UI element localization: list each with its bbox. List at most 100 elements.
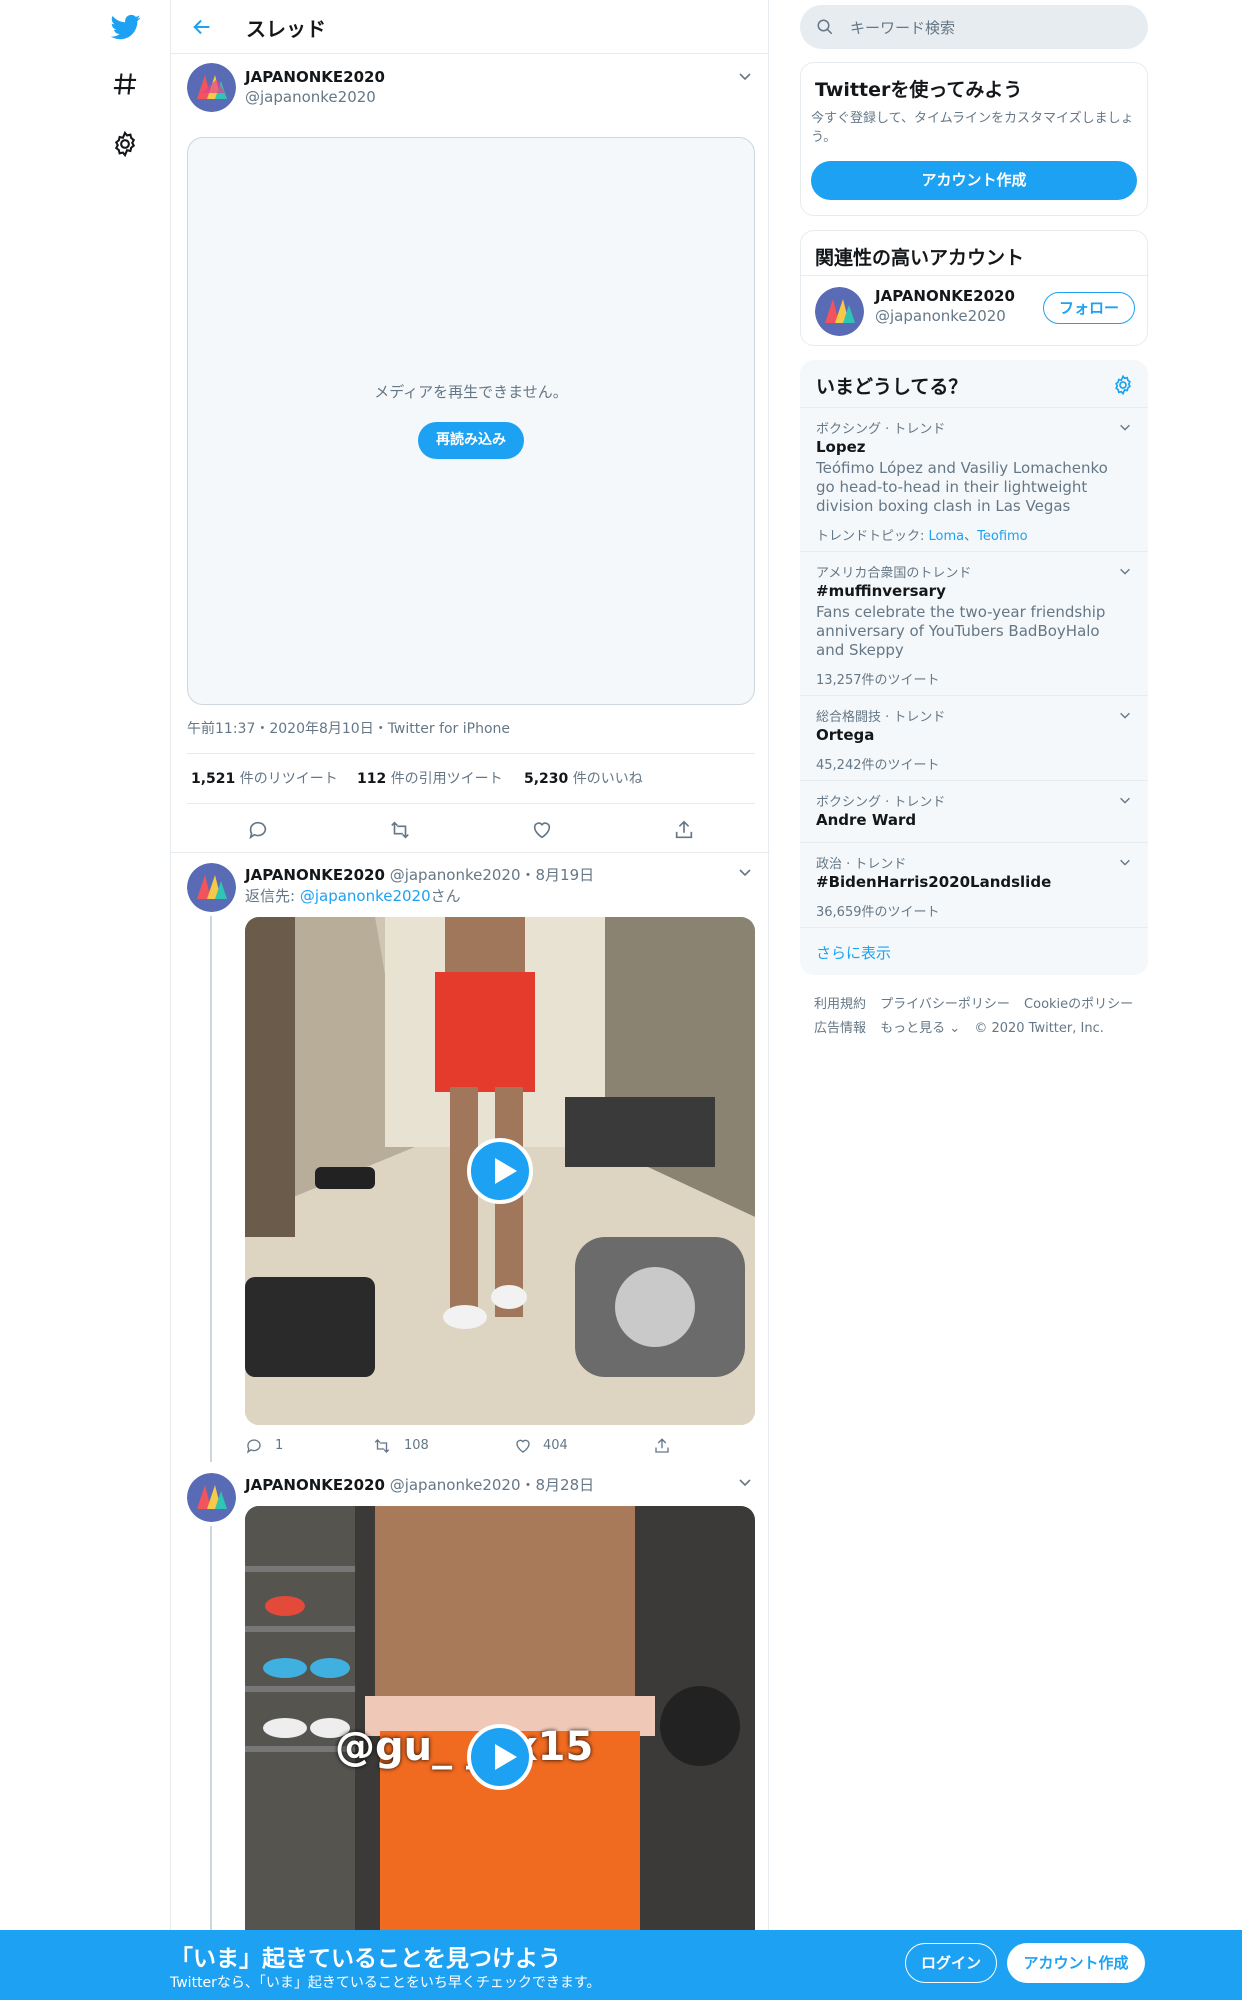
hashtag-icon[interactable] [111,70,141,100]
trend-topic-link[interactable]: Loma [929,529,965,544]
like-count: 404 [543,1438,568,1453]
right-sidebar: キーワード検索 Twitterを使ってみよう 今すぐ登録して、タイムラインをカス… [798,0,1150,2000]
trend-meta: アメリカ合衆国のトレンド [816,566,972,581]
reply-icon[interactable] [247,819,269,841]
banner-headline: 「いま」起きていることを見つけよう [170,1946,561,1972]
trend-item[interactable]: 政治 · トレンド #BidenHarris2020Landslide 36,6… [800,842,1148,927]
divider [801,275,1149,276]
login-button[interactable]: ログイン [905,1943,997,1983]
trend-name: #BidenHarris2020Landslide [816,873,1052,891]
video-overlay-text: @gu_ _xx15 [335,1724,594,1770]
chevron-down-icon[interactable] [737,864,753,880]
author-name[interactable]: JAPANONKE2020 [245,1476,385,1494]
chevron-down-icon[interactable] [737,68,753,84]
related-name[interactable]: JAPANONKE2020 [875,287,1015,305]
trend-item[interactable]: 総合格闘技 · トレンド Ortega 45,242件のツイート [800,695,1148,780]
show-more-link[interactable]: さらに表示 [816,942,891,963]
avatar[interactable] [187,863,236,912]
footer-link-cookies[interactable]: Cookieのポリシー [1024,997,1133,1012]
like-heart-icon[interactable] [514,1437,532,1455]
twitter-logo-icon[interactable] [111,12,141,42]
footer-link-more[interactable]: もっと見る ⌄ [880,1021,960,1036]
chevron-down-icon[interactable] [1118,564,1132,578]
left-navigation [0,0,170,2000]
divider [187,803,755,804]
share-icon[interactable] [673,819,695,841]
author-handle[interactable]: @japanonke2020 [390,866,521,884]
footer-link-privacy[interactable]: プライバシーポリシー [880,997,1010,1012]
follow-button[interactable]: フォロー [1043,292,1135,324]
video-thumbnail[interactable]: @gu_ _xx15 [245,1506,755,1930]
video-thumbnail[interactable] [245,917,755,1425]
quote-count[interactable]: 112 件の引用ツイート [357,768,503,788]
chevron-down-icon[interactable] [1118,420,1132,434]
retweet-icon[interactable] [373,1437,391,1455]
footer-links-row1: 利用規約 プライバシーポリシー Cookieのポリシー [814,993,1143,1012]
trends-title: いまどうしてる？ [816,376,968,398]
trend-topics: トレンドトピック: Loma、Teofimo [816,529,1028,544]
retweet-count[interactable]: 1,521 件のリツイート [191,768,338,788]
retweet-icon[interactable] [389,819,411,841]
trend-item[interactable]: ボクシング · トレンド Lopez Teófimo López and Vas… [800,407,1148,551]
media-error-text: メディアを再生できません。 [374,383,568,401]
show-more-row[interactable]: さらに表示 [800,927,1148,975]
retweet-count: 108 [404,1438,429,1453]
avatar[interactable] [815,287,864,336]
reply-icon[interactable] [245,1437,263,1455]
like-count[interactable]: 5,230 件のいいね [524,768,643,788]
trend-item[interactable]: ボクシング · トレンド Andre Ward [800,780,1148,842]
trend-meta: ボクシング · トレンド [816,795,946,810]
banner-signup-button[interactable]: アカウント作成 [1007,1943,1145,1983]
reply-to-link[interactable]: @japanonke2020 [300,887,431,905]
play-button-icon[interactable] [467,1724,533,1790]
author-name[interactable]: JAPANONKE2020 [245,68,385,86]
divider [171,852,770,853]
trend-item[interactable]: アメリカ合衆国のトレンド #muffinversary Fans celebra… [800,551,1148,695]
signup-banner: 「いま」起きていることを見つけよう Twitterなら、「いま」起きていることを… [0,1930,1242,2000]
footer-link-terms[interactable]: 利用規約 [814,997,866,1012]
page-title: スレッド [246,17,326,41]
trend-meta: 政治 · トレンド [816,857,907,872]
avatar[interactable] [187,63,236,112]
footer-copyright: © 2020 Twitter, Inc. [974,1021,1104,1036]
search-bar[interactable]: キーワード検索 [800,5,1148,49]
create-account-button[interactable]: アカウント作成 [811,161,1137,200]
chevron-down-icon[interactable] [1118,855,1132,869]
trend-count: 36,659件のツイート [816,905,940,920]
related-accounts-card: 関連性の高いアカウント JAPANONKE2020 @japanonke2020… [800,230,1149,346]
back-arrow-icon[interactable] [191,16,213,38]
trend-description: Fans celebrate the two-year friendship a… [816,603,1106,659]
chevron-down-icon[interactable] [737,1474,753,1490]
reload-button[interactable]: 再読み込み [418,422,524,459]
media-unavailable-panel: メディアを再生できません。 再読み込み [187,137,755,705]
thread-header: スレッド [171,0,768,54]
share-icon[interactable] [653,1437,671,1455]
settings-gear-icon[interactable] [111,130,141,160]
like-heart-icon[interactable] [531,819,553,841]
trend-name: #muffinversary [816,582,946,600]
reply-header: JAPANONKE2020 @japanonke2020・8月19日 [245,864,594,885]
trend-meta: 総合格闘技 · トレンド [816,710,946,725]
reply-header: JAPANONKE2020 @japanonke2020・8月28日 [245,1474,594,1495]
search-icon [816,18,834,36]
trend-topic-link[interactable]: Teofimo [977,529,1028,544]
trends-settings-gear-icon[interactable] [1112,374,1134,396]
author-handle[interactable]: @japanonke2020 [245,88,376,106]
play-button-icon[interactable] [467,1138,533,1204]
tweet-date[interactable]: ・8月19日 [521,866,595,884]
avatar[interactable] [187,1473,236,1522]
author-name[interactable]: JAPANONKE2020 [245,866,385,884]
tweet-date[interactable]: ・8月28日 [521,1476,595,1494]
author-handle[interactable]: @japanonke2020 [390,1476,521,1494]
footer-links-row2: 広告情報 もっと見る ⌄ © 2020 Twitter, Inc. [814,1017,1114,1036]
related-handle[interactable]: @japanonke2020 [875,307,1006,325]
trend-description: Teófimo López and Vasiliy Lomachenko go … [816,459,1108,515]
reply-count: 1 [275,1438,284,1453]
search-input[interactable]: キーワード検索 [850,17,955,38]
thread-connector-line [210,916,212,1462]
tweet-timestamp[interactable]: 午前11:37・2020年8月10日・Twitter for iPhone [187,718,510,738]
footer-link-ads[interactable]: 広告情報 [814,1021,866,1036]
chevron-down-icon[interactable] [1118,708,1132,722]
thread-connector-line [210,1526,212,1930]
chevron-down-icon[interactable] [1118,793,1132,807]
